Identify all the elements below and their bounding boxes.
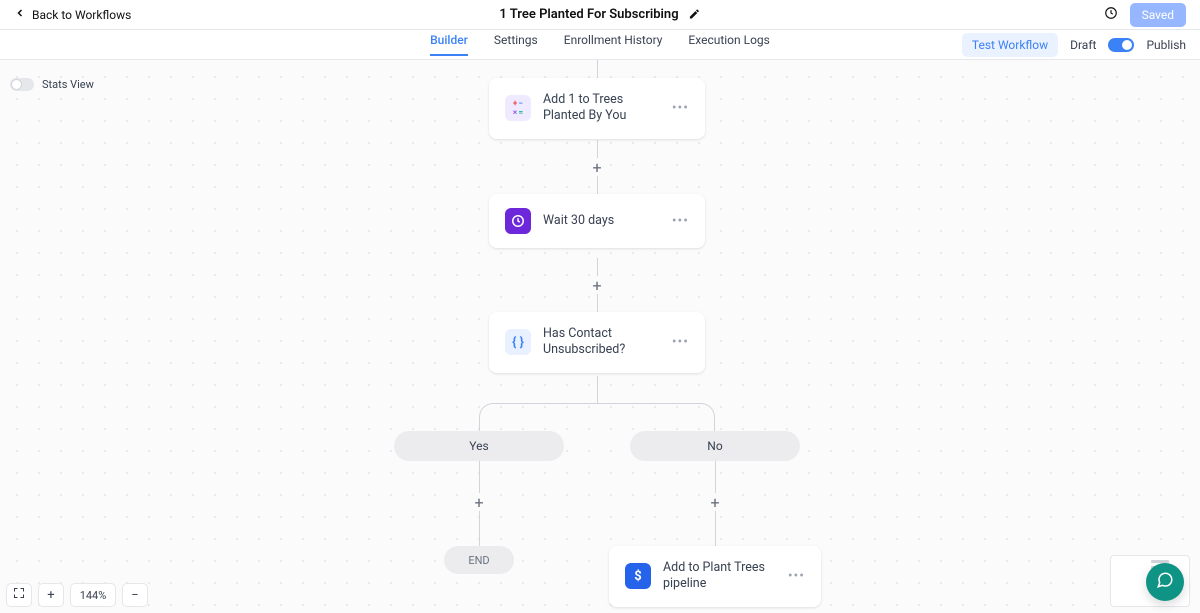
add-step-button[interactable]: + <box>470 493 488 511</box>
publish-label: Publish <box>1146 38 1186 52</box>
draft-label: Draft <box>1070 38 1096 52</box>
tab-enrollment-history[interactable]: Enrollment History <box>564 33 663 56</box>
node-pipeline-label: Add to Plant Trees pipeline <box>663 560 778 593</box>
tab-builder[interactable]: Builder <box>430 33 468 56</box>
back-label: Back to Workflows <box>32 8 131 22</box>
add-step-button[interactable]: + <box>588 158 606 176</box>
clock-icon <box>505 208 531 234</box>
publish-toggle[interactable] <box>1108 38 1134 52</box>
tab-execution-logs[interactable]: Execution Logs <box>688 33 769 56</box>
node-pipeline[interactable]: $ Add to Plant Trees pipeline ••• <box>609 546 821 607</box>
tab-settings[interactable]: Settings <box>494 33 538 56</box>
add-step-button[interactable]: + <box>706 493 724 511</box>
node-wait[interactable]: Wait 30 days ••• <box>489 194 705 248</box>
node-math-menu[interactable]: ••• <box>662 100 689 116</box>
branch-yes-label: Yes <box>469 439 488 453</box>
zoom-value: 144% <box>70 583 116 607</box>
back-to-workflows-link[interactable]: Back to Workflows <box>14 7 131 22</box>
node-end-label: END <box>468 554 489 567</box>
node-math-action[interactable]: +− ×= Add 1 to Trees Planted By You ••• <box>489 78 705 139</box>
branch-no-label: No <box>707 439 722 453</box>
expand-icon <box>13 587 25 603</box>
fullscreen-button[interactable] <box>6 583 32 607</box>
node-pipeline-menu[interactable]: ••• <box>778 568 805 584</box>
zoom-in-button[interactable]: + <box>38 583 64 607</box>
node-math-label: Add 1 to Trees Planted By You <box>543 92 662 125</box>
history-icon[interactable] <box>1104 5 1118 24</box>
help-chat-button[interactable] <box>1146 563 1184 601</box>
node-condition[interactable]: { } Has Contact Unsubscribed? ••• <box>489 312 705 373</box>
node-condition-label: Has Contact Unsubscribed? <box>543 326 662 359</box>
edit-title-button[interactable] <box>689 5 701 24</box>
chevron-left-icon <box>14 7 26 22</box>
node-condition-menu[interactable]: ••• <box>662 334 689 350</box>
branch-yes[interactable]: Yes <box>394 431 564 461</box>
math-icon: +− ×= <box>505 95 531 121</box>
node-wait-menu[interactable]: ••• <box>662 213 689 229</box>
dollar-icon: $ <box>625 563 651 589</box>
saved-button[interactable]: Saved <box>1130 3 1186 27</box>
branch-no[interactable]: No <box>630 431 800 461</box>
node-end: END <box>444 546 514 574</box>
add-step-button[interactable]: + <box>588 276 606 294</box>
braces-icon: { } <box>505 329 531 355</box>
zoom-out-button[interactable]: − <box>122 583 148 607</box>
chat-icon <box>1156 571 1174 593</box>
test-workflow-button[interactable]: Test Workflow <box>962 33 1058 57</box>
workflow-title: 1 Tree Planted For Subscribing <box>499 7 678 22</box>
node-wait-label: Wait 30 days <box>543 213 614 229</box>
